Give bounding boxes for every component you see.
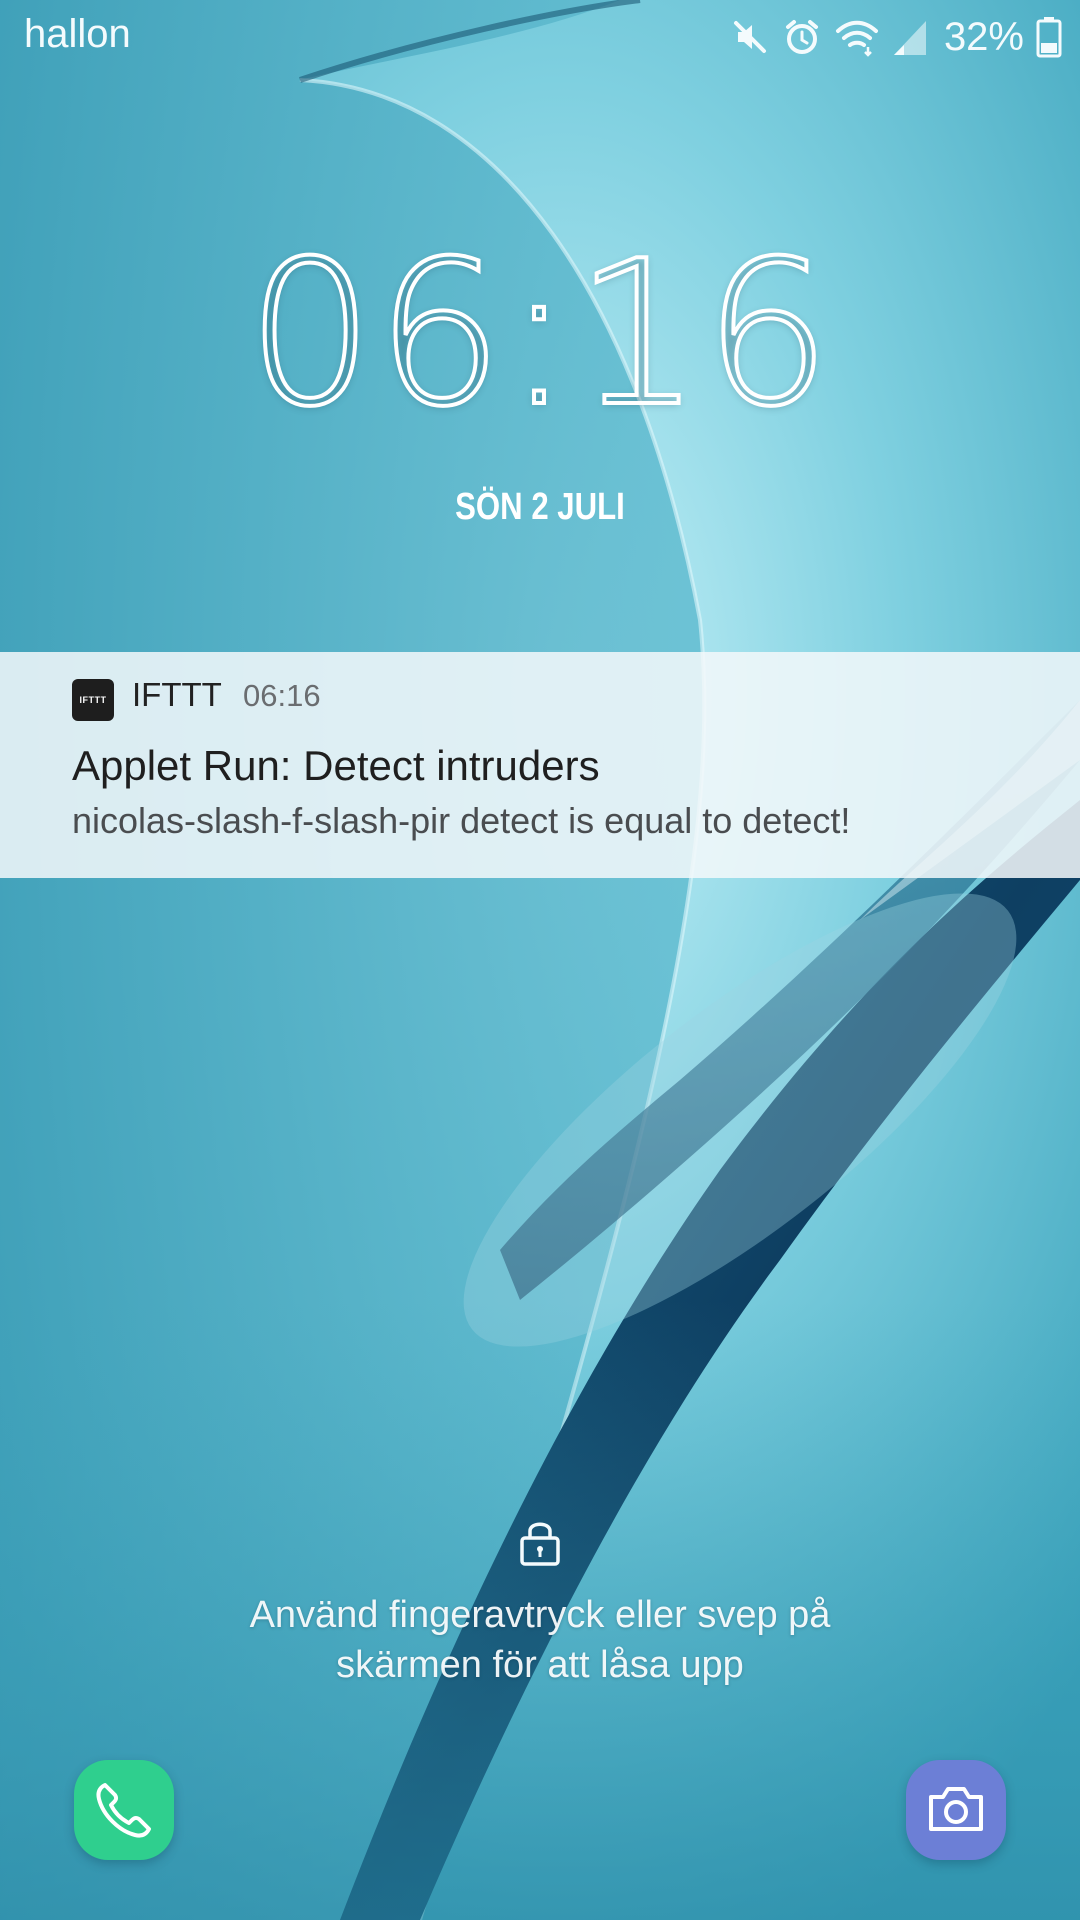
- status-bar: hallon 32%: [0, 0, 1080, 76]
- wifi-icon: [835, 20, 878, 57]
- carrier-name: hallon: [24, 12, 131, 56]
- alarm-icon: [785, 20, 818, 54]
- ifttt-app-icon: IFTTT: [72, 679, 114, 721]
- camera-shortcut-button[interactable]: [906, 1760, 1006, 1860]
- signal-icon: [893, 21, 926, 55]
- unlock-hint-line2: skärmen för att låsa upp: [336, 1644, 744, 1686]
- lock-icon: [520, 1522, 560, 1566]
- battery-icon: [1036, 17, 1062, 58]
- camera-icon: [929, 1787, 983, 1831]
- unlock-hint: Använd fingeravtryck eller svep på skärm…: [140, 1590, 940, 1690]
- notification-title: Applet Run: Detect intruders: [72, 742, 600, 789]
- ifttt-icon-text: IFTTT: [79, 695, 107, 705]
- notification-body: nicolas-slash-f-slash-pir detect is equa…: [72, 800, 851, 841]
- notification-card[interactable]: IFTTT IFTTT 06:16 Applet Run: Detect int…: [0, 652, 1080, 878]
- status-icons: 32%: [730, 12, 1062, 62]
- unlock-hint-line1: Använd fingeravtryck eller svep på: [249, 1594, 831, 1636]
- lockscreen-date: SÖN 2 JULI: [455, 486, 625, 528]
- battery-percent: 32%: [943, 14, 1024, 59]
- phone-shortcut-button[interactable]: [74, 1760, 174, 1860]
- lockscreen-clock: 06:16: [245, 218, 834, 451]
- mute-icon: [733, 21, 766, 53]
- notification-time: 06:16: [243, 678, 321, 713]
- phone-icon: [96, 1783, 151, 1838]
- notification-app-name: IFTTT: [132, 676, 222, 713]
